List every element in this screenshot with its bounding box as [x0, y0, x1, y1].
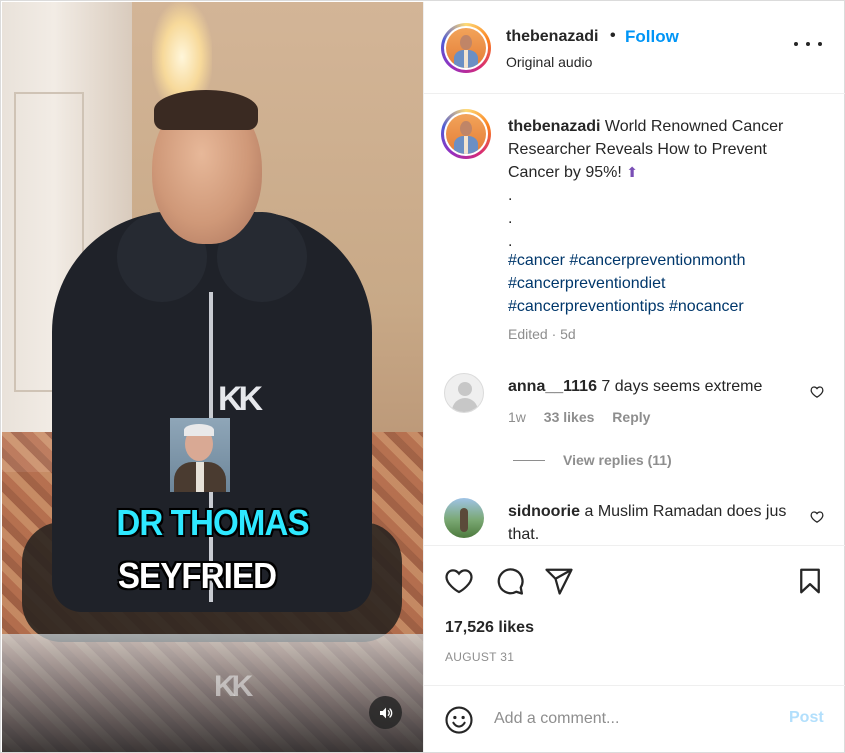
video-player[interactable]: KK KK DR THOMAS SEYFRIED [2, 2, 423, 752]
likes-count[interactable]: 17,526 likes [445, 619, 534, 637]
speaker-icon [379, 707, 392, 718]
author-avatar[interactable] [441, 23, 491, 73]
post-header: thebenazadi • Follow Original audio [424, 2, 845, 94]
author-username[interactable]: thebenazadi [506, 28, 598, 46]
view-replies-button[interactable]: View replies (11) [513, 452, 672, 468]
commenter-avatar[interactable] [444, 498, 484, 538]
edited-timestamp: Edited · 5d [508, 326, 576, 342]
top-arrow-icon: ⬆ [626, 164, 639, 180]
bookmark-icon[interactable] [795, 566, 825, 596]
caption-author-avatar[interactable] [441, 109, 491, 159]
video-caption-line1: DR THOMAS [116, 502, 309, 543]
video-caption-line2: SEYFRIED [117, 555, 277, 596]
comment-icon[interactable] [495, 566, 525, 596]
comment: anna__1116 7 days seems extreme [508, 375, 798, 398]
comment-time: 1w [508, 409, 526, 425]
hashtags: #cancer #cancerpreventionmonth #cancerpr… [508, 249, 828, 318]
post-comment-button[interactable]: Post [789, 709, 824, 727]
commenter-username[interactable]: anna__1116 [508, 378, 597, 395]
hashtag-link[interactable]: #cancerpreventiontips [508, 298, 665, 315]
comment-like-icon[interactable] [810, 510, 824, 524]
post-actions: 17,526 likes AUGUST 31 [424, 545, 845, 685]
commenter-avatar[interactable] [444, 373, 484, 413]
caption-username[interactable]: thebenazadi [508, 118, 600, 135]
post-date: AUGUST 31 [445, 650, 515, 664]
emoji-icon[interactable] [444, 705, 474, 735]
audio-label[interactable]: Original audio [506, 54, 592, 70]
comment-like-icon[interactable] [810, 385, 824, 399]
comments-section[interactable]: thebenazadi World Renowned Cancer Resear… [424, 95, 845, 545]
comment-text: 7 days seems extreme [601, 378, 763, 395]
more-options-icon[interactable] [794, 34, 822, 54]
hashtag-link[interactable]: #cancer [508, 252, 565, 269]
send-icon[interactable] [544, 566, 574, 596]
comment-meta: 1w 33 likes Reply [508, 409, 650, 425]
separator-dot: • [610, 27, 616, 44]
reply-button[interactable]: Reply [612, 409, 650, 425]
post-modal: KK KK DR THOMAS SEYFRIED thebenazadi • F… [0, 0, 845, 753]
commenter-username[interactable]: sidnoorie [508, 503, 580, 520]
comment: sidnoorie a Muslim Ramadan does jus that… [508, 500, 798, 545]
inset-portrait-photo [170, 418, 230, 492]
heart-icon[interactable] [444, 566, 474, 596]
comment-input[interactable] [494, 706, 774, 732]
hashtag-link[interactable]: #nocancer [669, 298, 744, 315]
hashtag-link[interactable]: #cancerpreventionmonth [569, 252, 745, 269]
caption-dot: . [508, 210, 513, 227]
hashtag-link[interactable]: #cancerpreventiondiet [508, 275, 665, 292]
view-replies-label: View replies (11) [563, 452, 672, 468]
hoodie-logo: KK [218, 380, 263, 418]
add-comment-bar: Post [424, 685, 845, 752]
post-side-panel: thebenazadi • Follow Original audio theb… [423, 2, 845, 752]
glass-table: KK [2, 634, 423, 752]
comment-likes[interactable]: 33 likes [544, 409, 595, 425]
post-caption: thebenazadi World Renowned Cancer Resear… [508, 115, 818, 253]
mute-button[interactable] [369, 696, 402, 729]
caption-dot: . [508, 187, 513, 204]
follow-button[interactable]: Follow [625, 27, 679, 47]
